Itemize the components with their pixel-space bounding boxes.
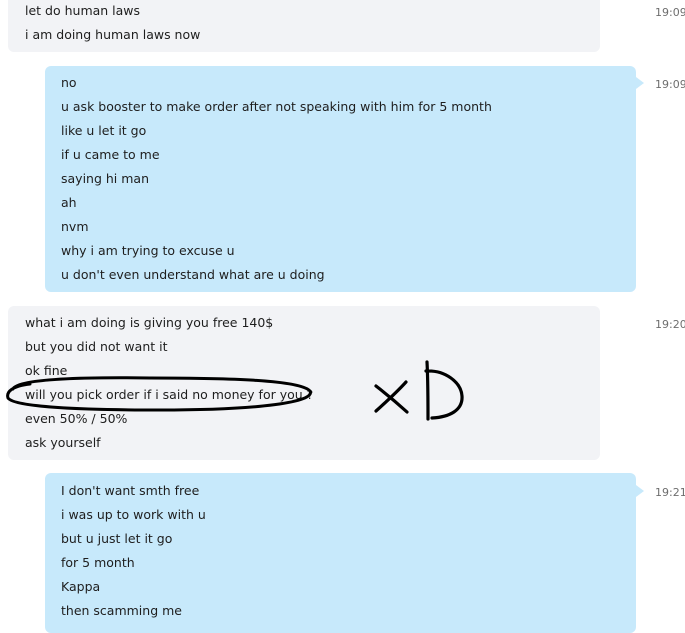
message-line: u ask booster to make order after not sp… bbox=[61, 99, 492, 114]
message-line: for 5 month bbox=[61, 555, 135, 570]
message-line: if u came to me bbox=[61, 147, 160, 162]
message-line: why i am trying to excuse u bbox=[61, 243, 235, 258]
message-line: ask yourself bbox=[25, 435, 101, 450]
message-line: ok fine bbox=[25, 363, 68, 378]
message-line: Kappa bbox=[61, 579, 101, 594]
message-line: i was up to work with u bbox=[61, 507, 206, 522]
message-timestamp: 19:20 bbox=[655, 318, 685, 331]
message-timestamp: 19:09 bbox=[655, 78, 685, 91]
message-line: let do human laws bbox=[25, 3, 141, 18]
message-line: I don't want smth free bbox=[61, 483, 200, 498]
message-bubble-outgoing[interactable]: no u ask booster to make order after not… bbox=[45, 66, 636, 292]
message-line: ah bbox=[61, 195, 77, 210]
message-bubble-outgoing[interactable]: I don't want smth free i was up to work … bbox=[45, 473, 636, 633]
message-line: like u let it go bbox=[61, 123, 147, 138]
message-line: will you pick order if i said no money f… bbox=[25, 387, 314, 402]
message-timestamp: 19:21 bbox=[655, 486, 685, 499]
message-line: what i am doing is giving you free 140$ bbox=[25, 315, 274, 330]
message-line: then scamming me bbox=[61, 603, 182, 618]
message-timestamp: 19:09 bbox=[655, 6, 685, 19]
message-line: u don't even understand what are u doing bbox=[61, 267, 325, 282]
message-line: even 50% / 50% bbox=[25, 411, 128, 426]
message-bubble-incoming[interactable]: what i am doing is giving you free 140$ … bbox=[8, 306, 600, 460]
message-line: saying hi man bbox=[61, 171, 150, 186]
bubble-tail bbox=[636, 485, 644, 497]
message-line: nvm bbox=[61, 219, 89, 234]
message-line: no bbox=[61, 75, 77, 90]
message-line: but u just let it go bbox=[61, 531, 173, 546]
chat-history: let do human laws i am doing human laws … bbox=[0, 0, 685, 633]
bubble-tail bbox=[636, 77, 644, 89]
message-bubble-incoming[interactable]: let do human laws i am doing human laws … bbox=[8, 0, 600, 52]
message-line: i am doing human laws now bbox=[25, 27, 201, 42]
message-line: but you did not want it bbox=[25, 339, 168, 354]
